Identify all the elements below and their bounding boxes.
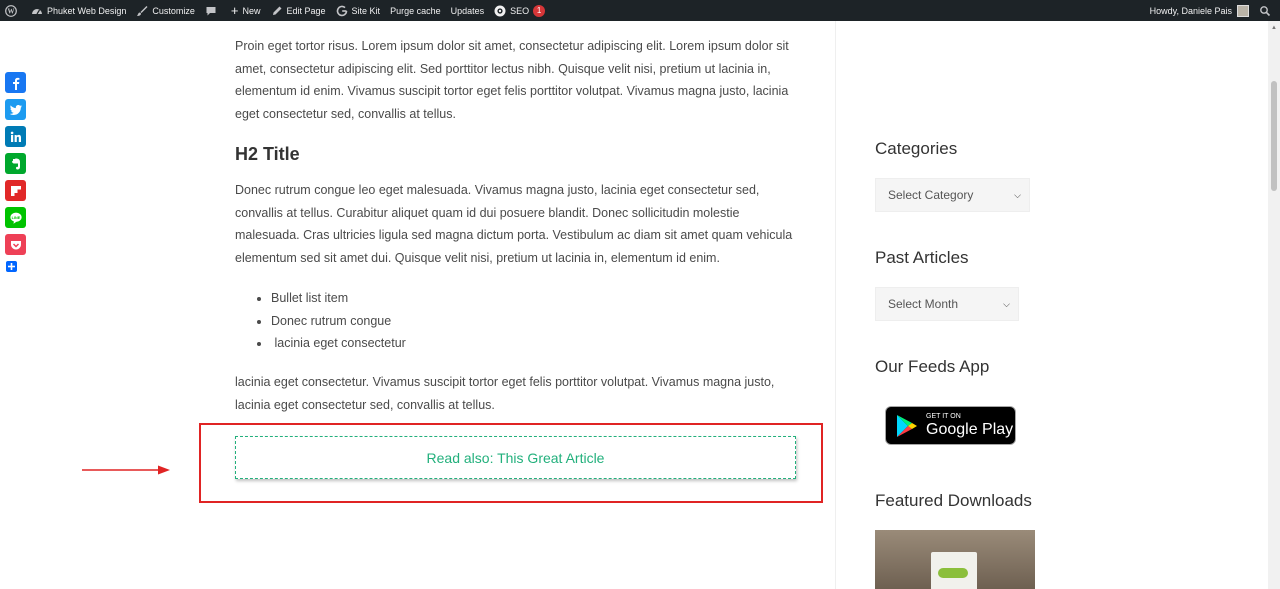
article-paragraph-1: Proin eget tortor risus. Lorem ipsum dol…: [235, 39, 789, 121]
flipboard-share-button[interactable]: [5, 180, 26, 201]
avatar: [1237, 4, 1249, 17]
product-label: [938, 568, 968, 578]
my-account-link[interactable]: Howdy, Daniele Pais: [1145, 0, 1254, 21]
seo-notification-badge: 1: [533, 4, 546, 17]
plus-icon: +: [230, 2, 239, 18]
updates-label: Updates: [450, 5, 485, 16]
site-name-label: Phuket Web Design: [47, 5, 127, 16]
howdy-label: Howdy, Daniele Pais: [1149, 5, 1232, 16]
wordpress-icon: W: [5, 4, 17, 17]
google-g-icon: [336, 5, 347, 16]
twitter-icon: [9, 104, 22, 115]
evernote-icon: [11, 158, 20, 169]
featured-downloads-title: Featured Downloads: [875, 491, 1032, 510]
google-play-badge[interactable]: GET IT ON Google Play: [885, 406, 1016, 445]
purge-cache-link[interactable]: Purge cache: [385, 0, 446, 21]
edit-page-label: Edit Page: [286, 5, 326, 16]
scrollbar-thumb[interactable]: [1271, 81, 1277, 191]
page-scrollbar[interactable]: ▲: [1268, 21, 1280, 589]
flipboard-icon: [10, 185, 21, 196]
add-to-any-icon: [8, 263, 15, 270]
facebook-icon: [12, 77, 19, 90]
site-kit-label: Site Kit: [351, 5, 381, 16]
section-heading: H2 Title: [235, 144, 300, 164]
featured-download-image[interactable]: [875, 530, 1035, 589]
add-to-any-button[interactable]: [6, 261, 17, 272]
sidebar-divider: [835, 21, 836, 589]
dashboard-icon: [32, 8, 42, 14]
search-button[interactable]: [1254, 0, 1280, 21]
google-play-big-text: Google Play: [926, 421, 1014, 438]
scroll-up-icon[interactable]: ▲: [1271, 25, 1277, 31]
feeds-app-title: Our Feeds App: [875, 357, 990, 376]
product-image: [931, 552, 977, 589]
comment-icon: [206, 6, 216, 15]
seo-link[interactable]: SEO 1: [489, 0, 550, 21]
new-content-link[interactable]: + New: [226, 0, 266, 21]
linkedin-share-button[interactable]: [5, 126, 26, 147]
svg-text:W: W: [8, 7, 15, 15]
seo-gear-icon: [494, 5, 506, 16]
arrow-pointer-icon: [82, 465, 170, 475]
admin-bar: W Phuket Web Design Customize + New Edit…: [0, 0, 1280, 21]
social-share-bar: LINE: [5, 72, 26, 272]
past-articles-title: Past Articles: [875, 248, 969, 267]
read-also-link[interactable]: Read also: This Great Article: [235, 436, 796, 479]
twitter-share-button[interactable]: [5, 99, 26, 120]
wordpress-logo-button[interactable]: W: [0, 0, 26, 21]
google-play-small-text: GET IT ON: [926, 413, 961, 420]
svg-text:LINE: LINE: [11, 215, 20, 219]
updates-link[interactable]: Updates: [446, 0, 490, 21]
list-item: Bullet list item: [271, 287, 406, 310]
brush-icon: [137, 5, 148, 16]
list-item: lacinia eget consectetur: [271, 332, 405, 355]
archive-month-select[interactable]: Select Month ⌵: [875, 287, 1019, 321]
purge-cache-label: Purge cache: [390, 5, 441, 16]
edit-page-link[interactable]: Edit Page: [266, 0, 331, 21]
customize-link[interactable]: Customize: [131, 0, 200, 21]
chevron-down-icon: ⌵: [1003, 298, 1010, 309]
pocket-icon: [10, 240, 21, 249]
search-icon: [1260, 5, 1271, 16]
comments-link[interactable]: [200, 0, 226, 21]
categories-title: Categories: [875, 139, 958, 158]
line-icon: LINE: [9, 212, 22, 224]
pencil-icon: [272, 6, 282, 15]
seo-label: SEO: [510, 5, 530, 16]
article-paragraph-3: lacinia eget consectetur. Vivamus suscip…: [235, 375, 775, 412]
site-kit-link[interactable]: Site Kit: [331, 0, 386, 21]
category-select-value: Select Category: [888, 188, 974, 202]
list-item: Donec rutrum congue: [271, 310, 406, 333]
chevron-down-icon: ⌵: [1014, 189, 1021, 200]
bullet-list: Bullet list item Donec rutrum congue lac…: [271, 287, 406, 355]
article-paragraph-2: Donec rutrum congue leo eget malesuada. …: [235, 183, 793, 265]
line-share-button[interactable]: LINE: [5, 207, 26, 228]
pocket-share-button[interactable]: [5, 234, 26, 255]
linkedin-icon: [10, 131, 21, 142]
new-label: New: [242, 5, 261, 16]
archive-select-value: Select Month: [888, 297, 959, 311]
category-select[interactable]: Select Category ⌵: [875, 178, 1030, 212]
facebook-share-button[interactable]: [5, 72, 26, 93]
google-play-icon: [897, 414, 917, 437]
site-name-link[interactable]: Phuket Web Design: [26, 0, 131, 21]
customize-label: Customize: [152, 5, 195, 16]
evernote-share-button[interactable]: [5, 153, 26, 174]
